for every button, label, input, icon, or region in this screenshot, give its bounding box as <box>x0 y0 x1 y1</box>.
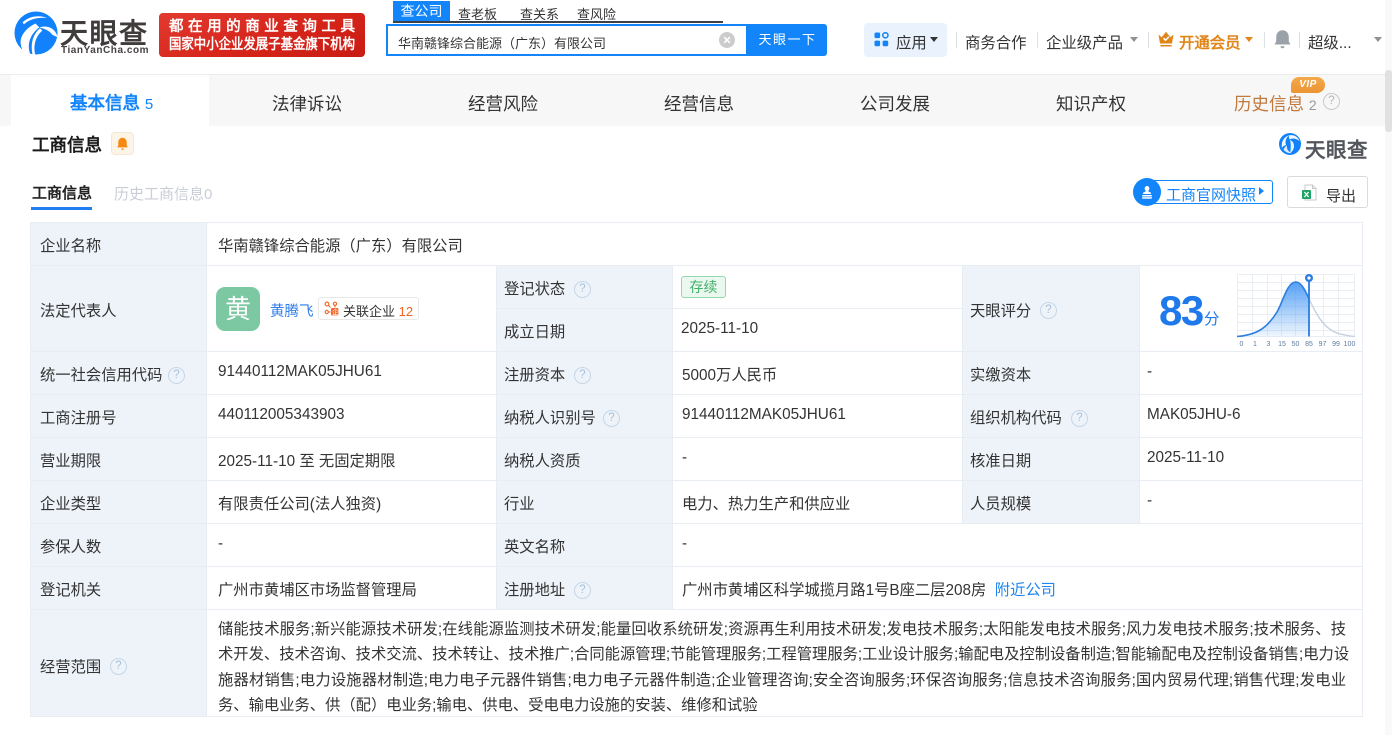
svg-text:1: 1 <box>1253 341 1257 348</box>
svg-text:0: 0 <box>1240 341 1244 348</box>
svg-text:99: 99 <box>1332 341 1340 348</box>
svg-text:15: 15 <box>1278 341 1286 348</box>
svg-text:国家中小企业发展子基金旗下机构: 国家中小企业发展子基金旗下机构 <box>169 35 355 53</box>
svg-text:都在用的商业查询工具: 都在用的商业查询工具 <box>168 17 356 35</box>
svg-text:100: 100 <box>1344 341 1356 348</box>
svg-text:97: 97 <box>1319 341 1327 348</box>
svg-text:3: 3 <box>1267 341 1271 348</box>
svg-text:企: 企 <box>332 307 339 316</box>
svg-text:85: 85 <box>1305 341 1313 348</box>
svg-text:50: 50 <box>1292 341 1300 348</box>
